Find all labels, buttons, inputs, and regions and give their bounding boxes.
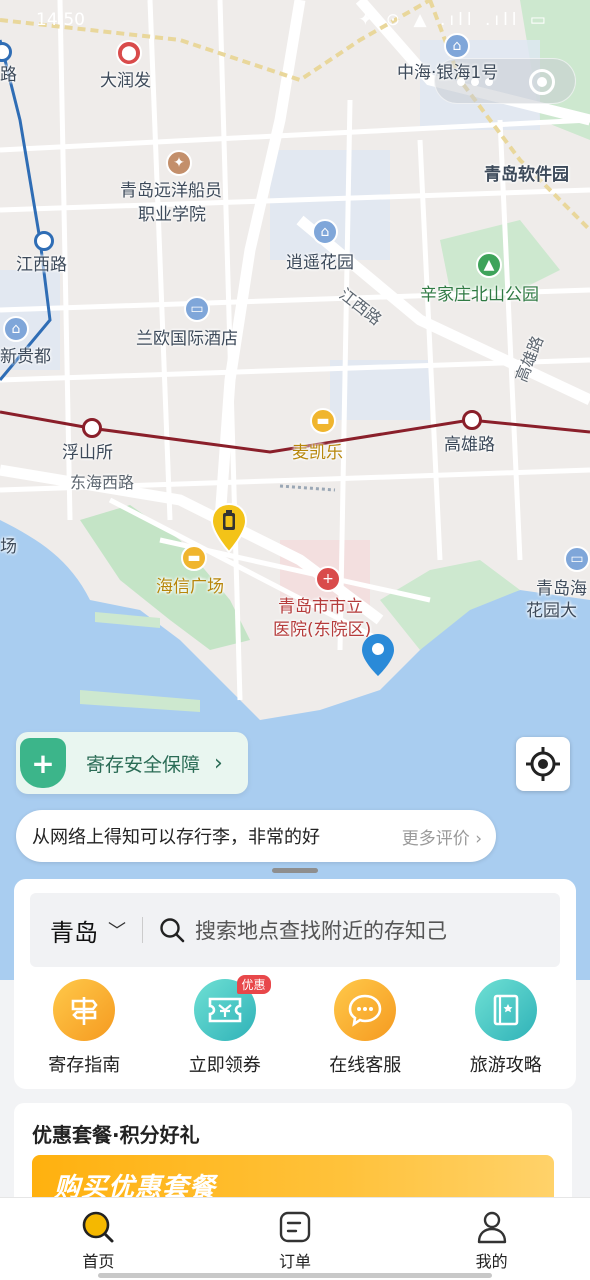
tab-label: 订单: [279, 1252, 312, 1271]
home-indicator: [98, 1273, 492, 1278]
map-label: 青岛市市立: [278, 597, 363, 617]
location-pin-icon[interactable]: [360, 632, 396, 678]
shortcut-storage-guide[interactable]: 寄存指南: [14, 979, 155, 1077]
residence-icon[interactable]: ⌂: [444, 33, 470, 59]
hospital-icon[interactable]: +: [315, 566, 341, 592]
divider: [142, 917, 143, 943]
map-label: 花园大: [526, 601, 577, 621]
tab-home[interactable]: 首页: [0, 1198, 197, 1280]
shortcut-get-coupon[interactable]: 优惠 立即领券: [155, 975, 296, 1077]
map-label: 青岛软件园: [484, 165, 569, 185]
hotel-icon[interactable]: ▭: [184, 296, 210, 322]
sheet-drag-handle[interactable]: [272, 868, 318, 873]
shortcut-online-service[interactable]: 在线客服: [295, 979, 436, 1077]
residence-icon[interactable]: ⌂: [3, 316, 29, 342]
map-label: 浮山所: [62, 443, 113, 463]
shortcut-grid: 寄存指南 优惠 立即领券 在线客服 旅游攻略: [14, 975, 577, 1077]
map-label: 中海·银海1号: [397, 63, 499, 83]
map-label: 江西路: [16, 255, 67, 275]
map-label: 新贵都: [0, 347, 51, 367]
map-label: 大润发: [100, 71, 151, 91]
search-bar[interactable]: 青岛 ﹀ 搜索地点查找附近的存知己: [30, 893, 560, 967]
park-icon[interactable]: ▲: [476, 252, 502, 278]
tab-profile[interactable]: 我的: [393, 1198, 590, 1280]
promo-title: 优惠套餐·积分好礼: [32, 1123, 200, 1147]
hotel-icon[interactable]: ▭: [564, 546, 590, 572]
map-label: 辛家庄北山公园: [420, 285, 539, 305]
review-text: 从网络上得知可以存行李，非常的好: [32, 827, 320, 848]
search-card: 青岛 ﹀ 搜索地点查找附近的存知己 寄存指南 优惠 立即领券 在线客服 旅游攻略: [14, 879, 576, 1089]
safety-chip-label: 寄存安全保障: [86, 753, 201, 776]
chevron-right-icon: ›: [214, 750, 223, 776]
order-icon: [279, 1211, 311, 1243]
tab-label: 我的: [475, 1252, 508, 1271]
map-label: 青岛海: [536, 579, 587, 599]
shortcut-label: 立即领券: [188, 1055, 261, 1076]
residence-icon[interactable]: ⌂: [312, 219, 338, 245]
crosshair-icon: [526, 747, 560, 781]
city-selector[interactable]: 青岛: [50, 913, 98, 948]
review-ticker[interactable]: 从网络上得知可以存行李，非常的好 更多评价 ›: [16, 810, 496, 862]
shopping-icon[interactable]: ▬: [181, 545, 207, 571]
search-icon: [160, 918, 185, 943]
search-input[interactable]: 搜索地点查找附近的存知己: [195, 915, 447, 945]
metro-station-icon[interactable]: [34, 231, 54, 251]
chat-bubble-icon: [334, 979, 397, 1041]
signpost-icon: [53, 979, 116, 1041]
status-bar: 14:50 ✦ ⊙ ▲ .ıll .ıll ▭: [0, 0, 590, 44]
locate-me-button[interactable]: [516, 737, 570, 791]
search-home-icon: [83, 1211, 114, 1243]
map-label: 兰欧国际酒店: [136, 329, 238, 349]
guidebook-icon: [474, 979, 537, 1041]
bottom-tab-bar: 首页 订单 我的: [0, 1197, 590, 1280]
map-label: 麦凯乐: [292, 443, 343, 463]
shortcut-label: 寄存指南: [48, 1055, 121, 1076]
person-icon: [477, 1211, 506, 1244]
metro-station-icon[interactable]: [462, 410, 482, 430]
map-label: 路: [0, 65, 17, 85]
more-reviews-label: 更多评价: [401, 828, 470, 849]
safety-guarantee-chip[interactable]: + 寄存安全保障 ›: [16, 732, 248, 794]
map-label: 东海西路: [70, 473, 135, 492]
map-label: 场: [0, 537, 17, 557]
shortcut-label: 旅游攻略: [469, 1055, 542, 1076]
map-label: 青岛远洋船员: [120, 181, 222, 201]
close-target-icon[interactable]: [529, 69, 555, 95]
map-label: 逍遥花园: [286, 253, 354, 273]
map-view[interactable]: 14:50 ✦ ⊙ ▲ .ıll .ıll ▭ ⬤ ⌂ ✦ ⌂ ▲ ▭ ⌂ ▬ …: [0, 0, 590, 980]
discount-badge: 优惠: [236, 975, 271, 994]
status-icons: ✦ ⊙ ▲ .ıll .ıll ▭: [358, 10, 550, 30]
map-label: 高雄路: [444, 435, 495, 455]
shortcut-label: 在线客服: [329, 1055, 402, 1076]
school-icon[interactable]: ✦: [166, 150, 192, 176]
map-label: 医院(东院区): [273, 620, 372, 640]
shopping-icon[interactable]: ▬: [310, 408, 336, 434]
shortcut-travel-guide[interactable]: 旅游攻略: [436, 979, 577, 1077]
map-label: 职业学院: [138, 205, 206, 225]
map-label: 海信广场: [156, 577, 224, 597]
store-icon[interactable]: ⬤: [116, 40, 142, 66]
metro-station-icon[interactable]: [82, 418, 102, 438]
chevron-down-icon[interactable]: ﹀: [108, 917, 126, 943]
more-reviews-link[interactable]: 更多评价 ›: [402, 824, 482, 849]
tab-orders[interactable]: 订单: [197, 1198, 394, 1280]
tab-label: 首页: [82, 1252, 115, 1271]
status-time: 14:50: [36, 10, 85, 30]
luggage-store-marker-icon[interactable]: [210, 502, 248, 554]
shield-plus-icon: +: [20, 738, 66, 788]
